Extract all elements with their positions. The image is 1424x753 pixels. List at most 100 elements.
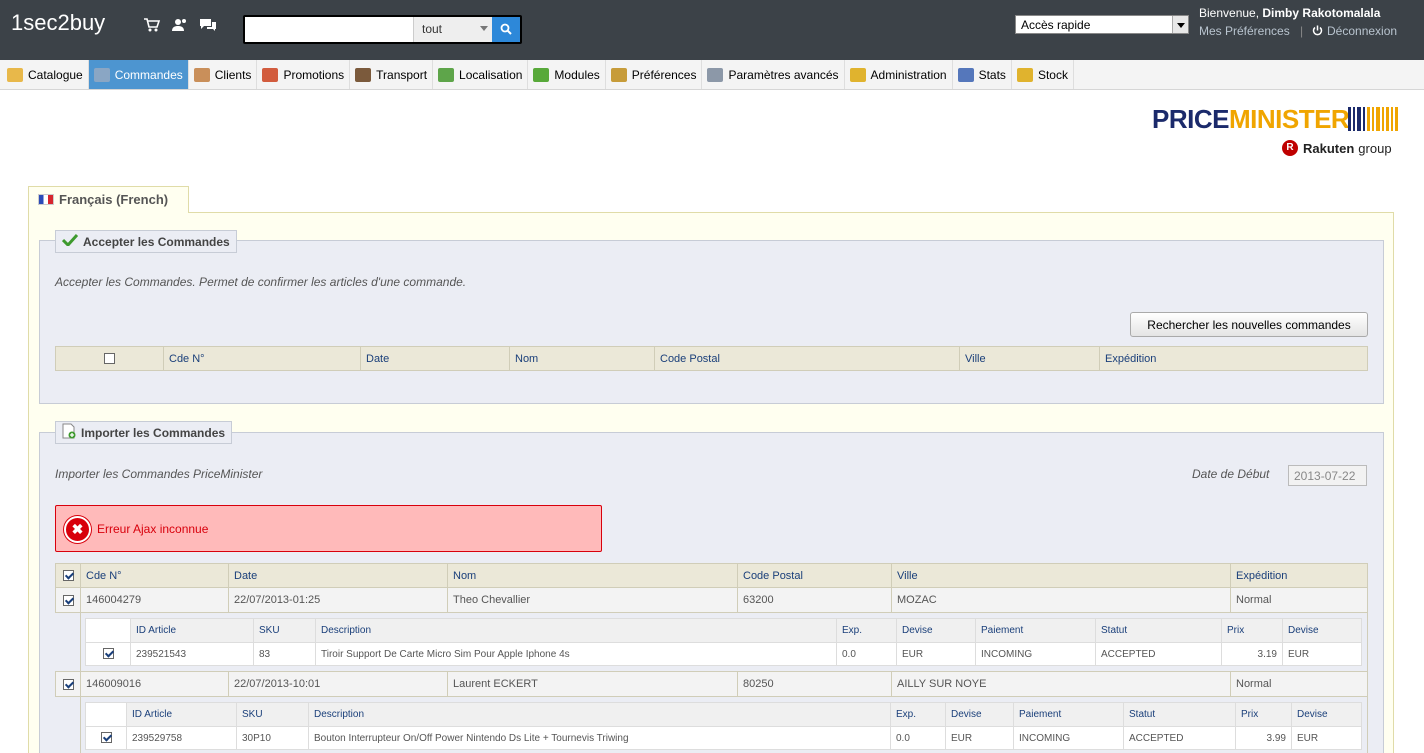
nav-tab-promotions[interactable]: Promotions [257, 60, 351, 89]
column-header[interactable]: Expédition [1099, 346, 1368, 371]
messages-icon[interactable] [198, 17, 218, 35]
column-header: Devise [1282, 618, 1362, 643]
column-header[interactable]: Cde N° [163, 346, 361, 371]
column-header[interactable]: Nom [509, 346, 655, 371]
barcode-icon [1348, 107, 1398, 131]
column-header[interactable]: Date [360, 346, 510, 371]
accept-orders-description: Accepter les Commandes. Permet de confir… [55, 275, 467, 289]
cart-icon[interactable] [142, 17, 162, 35]
item-checkbox[interactable] [102, 648, 114, 660]
error-text: Erreur Ajax inconnue [97, 522, 209, 536]
nav-tab-stats[interactable]: Stats [953, 60, 1012, 89]
search-scope-select[interactable]: tout [413, 17, 492, 42]
row-checkbox[interactable] [62, 678, 74, 690]
column-header[interactable]: Nom [447, 563, 738, 588]
accept-orders-table: Cde N° Date Nom Code Postal Ville Expédi… [55, 346, 1368, 371]
nav-tab-label: Préférences [631, 67, 697, 82]
nav-tab-param-tres-avanc-s[interactable]: Paramètres avancés [702, 60, 845, 89]
my-preferences-link[interactable]: Mes Préférences [1199, 24, 1290, 38]
nav-tab-label: Modules [554, 67, 600, 82]
logout-label: Déconnexion [1327, 24, 1398, 38]
language-tab-french[interactable]: Français (French) [28, 186, 189, 213]
nav-tab-stock[interactable]: Stock [1012, 60, 1074, 89]
order-detail-row: ID Article SKU Description Exp. Devise P… [55, 612, 1368, 672]
item-status: ACCEPTED [1095, 642, 1222, 666]
search-icon [500, 23, 512, 35]
folder-icon [7, 67, 23, 82]
detail-select-header [85, 702, 127, 727]
column-header: Paiement [975, 618, 1096, 643]
select-all-checkbox[interactable] [62, 570, 74, 582]
search-input[interactable] [245, 17, 413, 42]
nav-tab-label: Clients [214, 67, 252, 82]
start-date-field[interactable]: 2013-07-22 [1288, 465, 1367, 486]
logo-part1: PRICE [1152, 104, 1229, 134]
table-row[interactable]: 146004279 22/07/2013-01:25 Theo Chevalli… [55, 587, 1368, 613]
detail-indent [55, 696, 81, 753]
table-row[interactable]: 146009016 22/07/2013-10:01 Laurent ECKER… [55, 671, 1368, 697]
column-header[interactable]: Code Postal [737, 563, 892, 588]
column-header[interactable]: Ville [891, 563, 1231, 588]
nav-tab-label: Stock [1037, 67, 1068, 82]
order-items-table: ID Article SKU Description Exp. Devise P… [85, 618, 1362, 666]
search-new-orders-button[interactable]: Rechercher les nouvelles commandes [1130, 312, 1368, 337]
welcome-text: Bienvenue, Dimby Rakotomalala [1199, 6, 1380, 20]
nav-tab-transport[interactable]: Transport [350, 60, 434, 89]
nav-tab-localisation[interactable]: Localisation [433, 60, 529, 89]
key-icon [849, 67, 866, 82]
item-row[interactable]: 239529758 30P10 Bouton Interrupteur On/O… [85, 726, 1362, 750]
top-bar: 1sec2buy tout Accès rapide Bienvenue, Di… [0, 0, 1424, 60]
quick-access-select[interactable]: Accès rapide [1015, 15, 1189, 34]
rakuten-group: R Rakuten group [1282, 140, 1392, 156]
column-header: Devise [896, 618, 976, 643]
column-header: Prix [1235, 702, 1292, 727]
detail-header-row: ID Article SKU Description Exp. Devise P… [85, 618, 1362, 643]
column-header[interactable]: Code Postal [654, 346, 960, 371]
order-items-table: ID Article SKU Description Exp. Devise P… [85, 702, 1362, 750]
row-checkbox[interactable] [62, 594, 74, 606]
column-header: Exp. [836, 618, 897, 643]
user-name: Dimby Rakotomalala [1262, 6, 1381, 20]
item-select-cell [85, 726, 127, 750]
column-header: SKU [236, 702, 309, 727]
column-header[interactable]: Date [228, 563, 448, 588]
nav-tab-pr-f-rences[interactable]: Préférences [606, 60, 703, 89]
item-description: Bouton Interrupteur On/Off Power Nintend… [308, 726, 891, 750]
shop-name[interactable]: 1sec2buy [11, 10, 105, 36]
item-id: 239521543 [130, 642, 254, 666]
nav-tab-commandes[interactable]: Commandes [88, 60, 189, 89]
select-all-checkbox[interactable] [104, 353, 115, 365]
header-separator: | [1300, 24, 1304, 38]
puzzle-icon [533, 67, 550, 82]
nav-tab-modules[interactable]: Modules [528, 60, 606, 89]
error-icon: ✖ [64, 516, 91, 543]
column-header[interactable]: Expédition [1230, 563, 1368, 588]
item-price: 3.19 [1221, 642, 1283, 666]
column-header: Devise [945, 702, 1014, 727]
column-header[interactable]: Ville [959, 346, 1100, 371]
error-message: ✖ Erreur Ajax inconnue [55, 505, 602, 552]
nav-tab-clients[interactable]: Clients [189, 60, 258, 89]
logout-link[interactable]: Déconnexion [1312, 24, 1397, 38]
nav-tab-label: Stats [978, 67, 1006, 82]
logo-title: PRICEMINISTER [1152, 104, 1350, 134]
item-price: 3.99 [1235, 726, 1292, 750]
nav-tab-administration[interactable]: Administration [845, 60, 953, 89]
item-checkbox[interactable] [100, 732, 112, 744]
search-button[interactable] [492, 17, 520, 42]
import-orders-table: Cde N° Date Nom Code Postal Ville Expédi… [55, 563, 1368, 753]
import-orders-description: Importer les Commandes PriceMinister [55, 467, 263, 481]
item-description: Tiroir Support De Carte Micro Sim Pour A… [315, 642, 837, 666]
order-number: 146009016 [80, 671, 229, 697]
column-header: ID Article [126, 702, 237, 727]
power-icon [1312, 25, 1323, 36]
users-icon[interactable] [170, 17, 190, 35]
column-header[interactable]: Cde N° [80, 563, 229, 588]
item-row[interactable]: 239521543 83 Tiroir Support De Carte Mic… [85, 642, 1362, 666]
city: AILLY SUR NOYE [891, 671, 1231, 697]
french-flag-icon [38, 194, 54, 205]
nav-tab-catalogue[interactable]: Catalogue [2, 60, 89, 89]
column-header: Statut [1095, 618, 1222, 643]
detail-header-row: ID Article SKU Description Exp. Devise P… [85, 702, 1362, 727]
nav-tab-label: Catalogue [28, 67, 83, 82]
